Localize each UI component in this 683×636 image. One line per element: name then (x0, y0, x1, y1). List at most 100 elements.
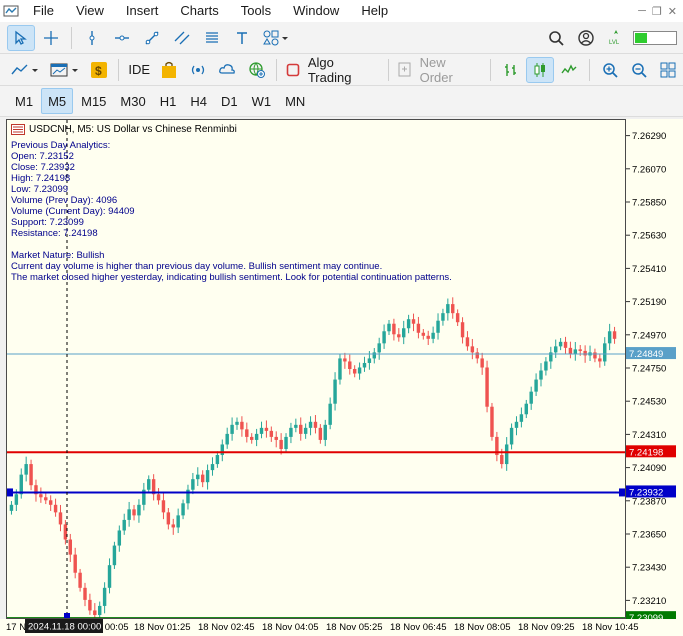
account-icon[interactable] (572, 25, 600, 51)
level-icon[interactable]: LVL (602, 25, 630, 51)
shop-bag-icon[interactable] (155, 57, 182, 83)
tile-windows-icon[interactable] (655, 57, 682, 83)
candle-body (509, 427, 514, 445)
timeframe-h4[interactable]: H4 (184, 88, 213, 114)
search-icon[interactable] (542, 25, 570, 51)
shapes-icon[interactable] (258, 25, 294, 51)
time-tick-label: 18 Nov 08:05 (454, 622, 511, 633)
price-tick-label: 7.24970 (632, 330, 666, 341)
analytics-line: High: 7.24198 (11, 173, 71, 184)
menu-view[interactable]: View (65, 0, 115, 22)
candle-body (269, 430, 274, 437)
candle-body (519, 414, 524, 422)
candle-body (534, 379, 538, 392)
timeframe-mn[interactable]: MN (279, 88, 311, 114)
candle-body (73, 554, 77, 573)
time-axis[interactable]: 17 N18 Nov 00:0518 Nov 01:2518 Nov 02:45… (0, 619, 683, 636)
channel-icon[interactable] (168, 25, 196, 51)
text-icon[interactable] (228, 25, 256, 51)
timeframe-d1[interactable]: D1 (215, 88, 244, 114)
chart-window[interactable]: USDCNH, M5: US Dollar vs Chinese Renminb… (6, 119, 626, 619)
new-order-button[interactable]: New Order (416, 55, 485, 85)
candle-body (240, 421, 244, 430)
trendline-icon[interactable] (138, 25, 166, 51)
timeframe-m30[interactable]: M30 (114, 88, 151, 114)
toolbar-separator (388, 58, 390, 81)
algo-trading-button[interactable]: Algo Trading (304, 55, 383, 85)
close-icon[interactable]: ✕ (668, 5, 677, 18)
candle-body (421, 332, 426, 336)
candle-body (612, 331, 617, 339)
time-tick-label: 18 Nov 02:45 (198, 622, 255, 633)
market-icon[interactable]: $ (85, 57, 112, 83)
menu-help[interactable]: Help (350, 0, 399, 22)
candle-body (289, 427, 293, 437)
vps-cloud-icon[interactable] (214, 57, 241, 83)
menu-tools[interactable]: Tools (230, 0, 282, 22)
candle-body (284, 436, 288, 449)
candle-body (480, 358, 484, 368)
candle-body (122, 519, 126, 531)
algo-trading-icon[interactable] (283, 57, 303, 83)
candle-body (455, 313, 460, 323)
candle-body (299, 424, 303, 434)
drawing-toolbar: LVL (0, 22, 683, 54)
bar-chart-icon[interactable] (497, 57, 524, 83)
ide-button[interactable]: IDE (124, 62, 154, 77)
timeframe-w1[interactable]: W1 (246, 88, 278, 114)
minimize-icon[interactable]: ─ (638, 5, 646, 17)
signals-icon[interactable] (184, 57, 211, 83)
timeframes-toolbar: M1 M5 M15 M30 H1 H4 D1 W1 MN (0, 86, 683, 117)
price-tick-label: 7.25410 (632, 264, 666, 275)
candle-body (137, 504, 141, 516)
candle-body (490, 406, 494, 437)
analytics-line: The market closed higher yesterday, indi… (11, 272, 452, 283)
price-axis[interactable]: 7.24849 7.24198 7.23932 7.23099 7.26290 7.260… (626, 119, 683, 619)
candle-body (220, 444, 225, 456)
cursor-time-text: 2024.11.18 00:00 (28, 622, 101, 633)
chart-type-icon[interactable] (7, 57, 44, 83)
candlestick-chart-icon[interactable] (526, 56, 554, 83)
candle-body (441, 313, 445, 321)
candle-body (372, 352, 377, 359)
candle-body (205, 470, 210, 483)
price-label-resistance: 7.24198 (626, 445, 676, 458)
community-globe-icon[interactable] (243, 57, 270, 83)
svg-text:$: $ (95, 64, 102, 78)
candle-body (259, 427, 264, 434)
candle-body (181, 503, 185, 516)
menu-charts[interactable]: Charts (169, 0, 229, 22)
vertical-line-icon[interactable] (78, 25, 106, 51)
candle-body (451, 304, 455, 314)
candle-body (446, 304, 450, 314)
cursor-icon[interactable] (7, 24, 35, 51)
close-line-handle (7, 488, 13, 497)
candle-body (274, 436, 278, 440)
price-tick-label: 7.24750 (632, 364, 666, 375)
candle-body (357, 367, 362, 374)
line-chart-icon[interactable] (556, 57, 583, 83)
zoom-out-icon[interactable] (625, 57, 652, 83)
restore-icon[interactable]: ❐ (652, 5, 662, 18)
timeframe-m5[interactable]: M5 (41, 88, 74, 114)
zoom-in-icon[interactable] (596, 57, 623, 83)
analytics-line: Close: 7.23932 (11, 162, 75, 173)
timeframe-m1[interactable]: M1 (9, 88, 39, 114)
toolbar-separator (588, 58, 590, 81)
candle-body (328, 403, 332, 425)
timeframe-h1[interactable]: H1 (154, 88, 183, 114)
candle-body (127, 509, 131, 520)
candle-body (318, 427, 323, 440)
crosshair-icon[interactable] (37, 25, 65, 51)
candle-body (485, 367, 489, 407)
time-tick-label: 18 Nov 04:05 (262, 622, 319, 633)
candle-body (362, 362, 367, 368)
horizontal-line-icon[interactable] (108, 25, 136, 51)
candle-body (431, 332, 435, 339)
templates-icon[interactable] (46, 57, 83, 83)
menu-window[interactable]: Window (282, 0, 350, 22)
menu-insert[interactable]: Insert (115, 0, 170, 22)
menu-file[interactable]: File (22, 0, 65, 22)
timeframe-m15[interactable]: M15 (75, 88, 112, 114)
fibonacci-icon[interactable] (198, 25, 226, 51)
